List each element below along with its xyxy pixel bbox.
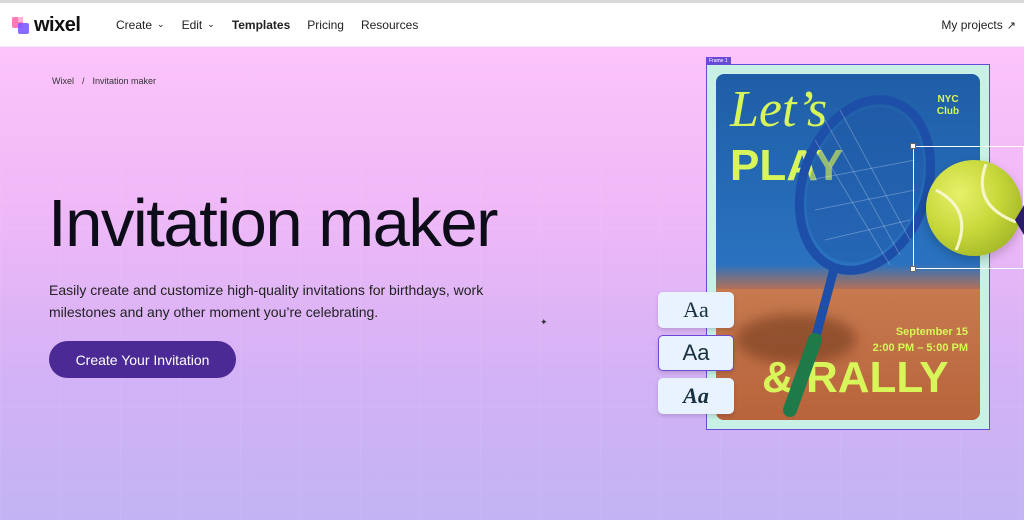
font-option-italic[interactable]: Aa [658,378,734,414]
breadcrumb-current: Invitation maker [92,76,157,86]
chevron-down-icon: ⌄ [207,18,215,29]
chevron-down-icon: ⌄ [157,18,165,29]
nav-resources[interactable]: Resources [361,18,418,32]
mouse-cursor-icon: ✦ [540,317,548,327]
external-arrow-icon: ↗ [1006,19,1016,32]
brand-name: wixel [34,14,81,36]
font-option-sans[interactable]: Aa [658,335,734,371]
nav-pricing[interactable]: Pricing [307,18,344,32]
nav-edit-label: Edit [181,18,203,32]
selection-box[interactable] [913,146,1024,269]
nav-resources-label: Resources [360,18,419,32]
nav-edit[interactable]: Edit ⌄ [182,18,215,32]
brand-logo[interactable]: wixel [12,14,81,37]
hero-description: Easily create and customize high-quality… [49,282,484,320]
breadcrumb-separator: / [82,76,85,86]
nav-pricing-label: Pricing [307,18,344,32]
my-projects-link[interactable]: My projects ↗ [941,3,1016,47]
create-invitation-button[interactable]: Create Your Invitation [49,341,236,378]
nav-create[interactable]: Create ⌄ [116,18,165,32]
my-projects-label: My projects [941,18,1003,32]
nav-templates-label: Templates [231,18,291,32]
tennis-racket-icon [783,95,936,417]
resize-handle[interactable] [910,266,916,272]
breadcrumb-home[interactable]: Wixel [52,76,74,86]
breadcrumb: Wixel / Invitation maker [52,76,156,86]
main-nav: Create ⌄ Edit ⌄ Templates Pricing Resour… [116,3,435,47]
page-title: Invitation maker [48,186,498,261]
font-option-serif[interactable]: Aa [658,292,734,328]
nav-templates[interactable]: Templates [232,18,290,32]
resize-handle[interactable] [910,143,916,149]
nav-create-label: Create [116,18,153,32]
top-navbar: wixel Create ⌄ Edit ⌄ Templates Pricing … [0,3,1024,47]
logo-icon [12,16,30,35]
